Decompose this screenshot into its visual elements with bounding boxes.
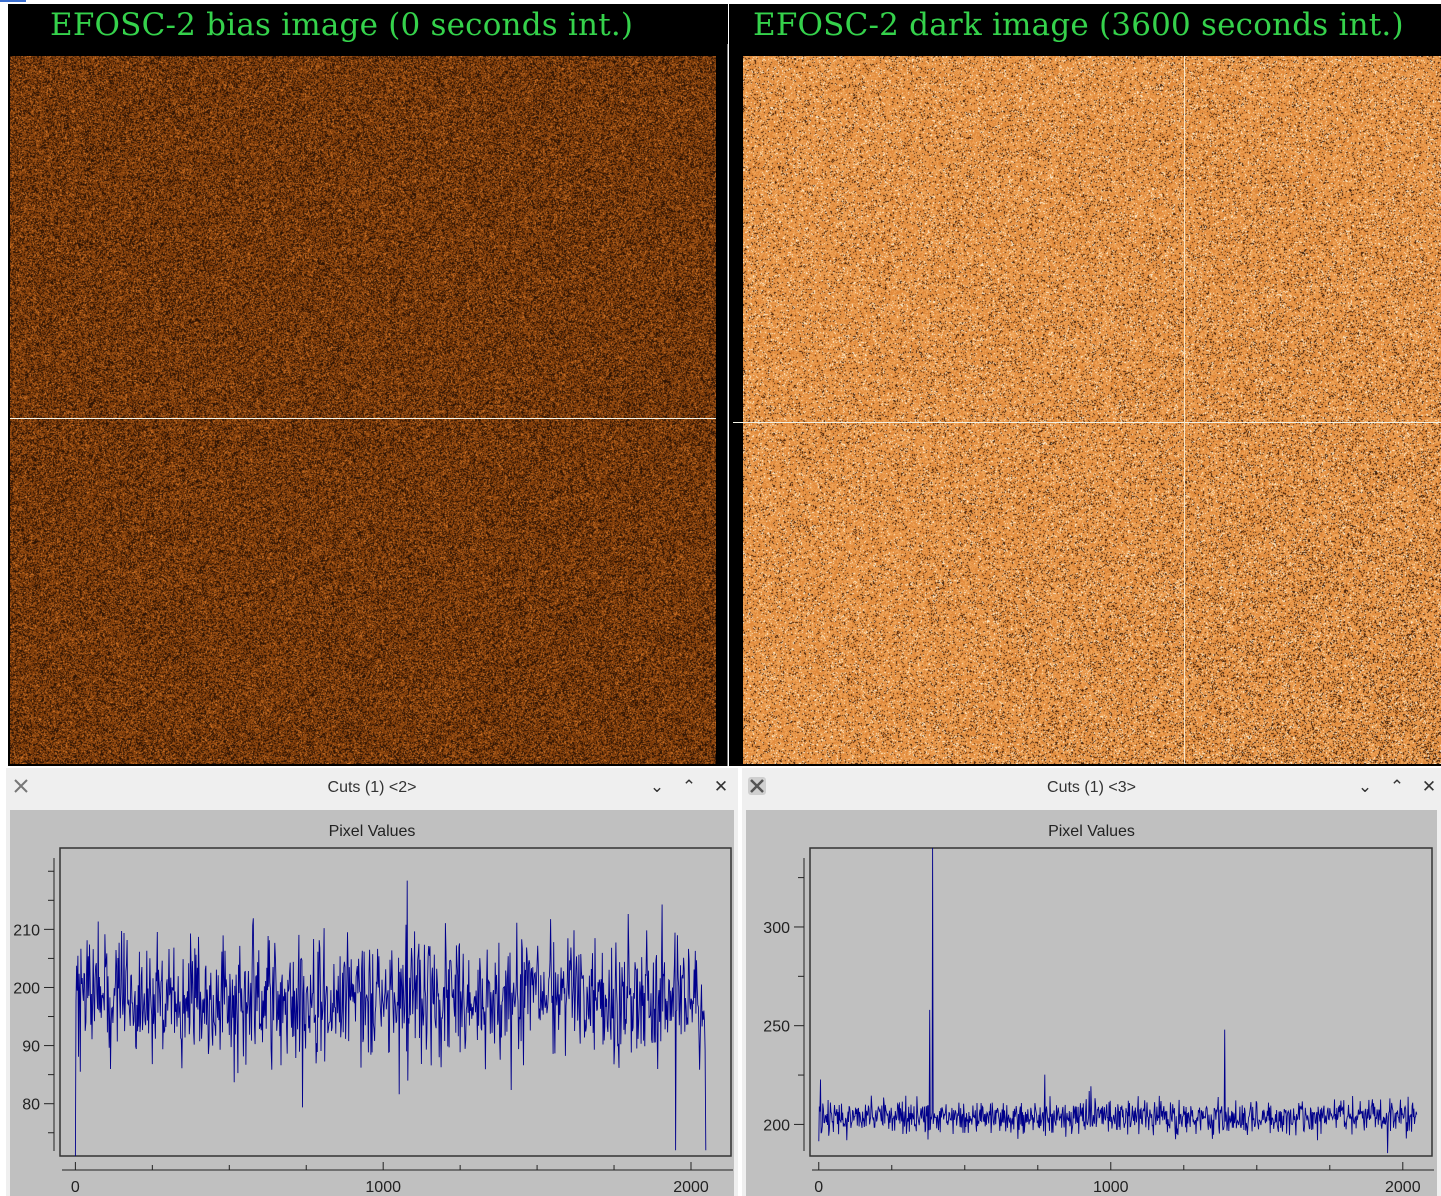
maximize-button[interactable]: ⌃ — [1386, 776, 1408, 798]
dark-image-canvas[interactable] — [743, 56, 1441, 764]
x-tick-label: 2000 — [673, 1179, 709, 1196]
pixel-values-trace — [74, 880, 707, 1157]
dark-image-title: EFOSC-2 dark image (3600 seconds int.) — [753, 7, 1404, 43]
y-tick-label: 200 — [13, 980, 40, 997]
plot-title: Pixel Values — [329, 823, 416, 840]
pixel-values-plot[interactable]: Pixel Values 0 1000 2000 80 90 200 210 — [10, 810, 734, 1196]
cuts-window-left[interactable]: Cuts (1) <2> ⌄ ⌃ ✕ Pixel Values 0 1000 2000… — [6, 768, 738, 1196]
window-titlebar[interactable]: Cuts (1) <3> ⌄ ⌃ ✕ — [742, 768, 1441, 808]
y-tick-label: 200 — [763, 1117, 790, 1134]
x-tick-label: 1000 — [365, 1179, 401, 1196]
x-tick-label: 1000 — [1093, 1179, 1129, 1196]
bias-image-title: EFOSC-2 bias image (0 seconds int.) — [50, 7, 634, 43]
dark-image-display[interactable]: EFOSC-2 dark image (3600 seconds int.) — [729, 4, 1441, 766]
plot-area[interactable]: Pixel Values 0 1000 2000 80 90 200 210 — [10, 810, 734, 1196]
x-tick-label: 2000 — [1385, 1179, 1421, 1196]
crosshair-horizontal — [10, 418, 716, 419]
y-tick-label: 80 — [22, 1097, 40, 1114]
minimize-button[interactable]: ⌄ — [1354, 776, 1376, 798]
window-title: Cuts (1) <2> — [327, 779, 417, 796]
window-titlebar[interactable]: Cuts (1) <2> ⌄ ⌃ ✕ — [6, 768, 738, 808]
maximize-button[interactable]: ⌃ — [678, 776, 700, 798]
window-title: Cuts (1) <3> — [1047, 779, 1136, 796]
minimize-button[interactable]: ⌄ — [646, 776, 668, 798]
close-button[interactable]: ✕ — [710, 776, 732, 798]
bias-image-canvas[interactable] — [10, 56, 716, 764]
y-tick-label: 210 — [13, 922, 40, 939]
close-button[interactable]: ✕ — [1418, 776, 1440, 798]
pixel-values-plot[interactable]: Pixel Values 0 1000 2000 200 250 300 — [746, 810, 1437, 1196]
pixel-values-trace — [818, 847, 1418, 1154]
x-tick-label: 0 — [814, 1179, 823, 1196]
bias-image-display[interactable]: EFOSC-2 bias image (0 seconds int.) — [8, 4, 728, 766]
y-tick-label: 250 — [763, 1019, 790, 1036]
panel-divider — [727, 44, 728, 766]
crosshair-horizontal — [733, 422, 1441, 423]
crosshair-vertical — [1184, 56, 1185, 764]
y-tick-label: 300 — [763, 920, 790, 937]
x-tick-label: 0 — [71, 1179, 80, 1196]
window-edge-accent — [0, 0, 26, 2]
y-tick-label: 90 — [22, 1039, 40, 1056]
plot-area[interactable]: Pixel Values 0 1000 2000 200 250 300 — [746, 810, 1437, 1196]
cuts-window-right[interactable]: Cuts (1) <3> ⌄ ⌃ ✕ Pixel Values 0 1000 2000… — [742, 768, 1441, 1196]
plot-title: Pixel Values — [1048, 823, 1135, 840]
